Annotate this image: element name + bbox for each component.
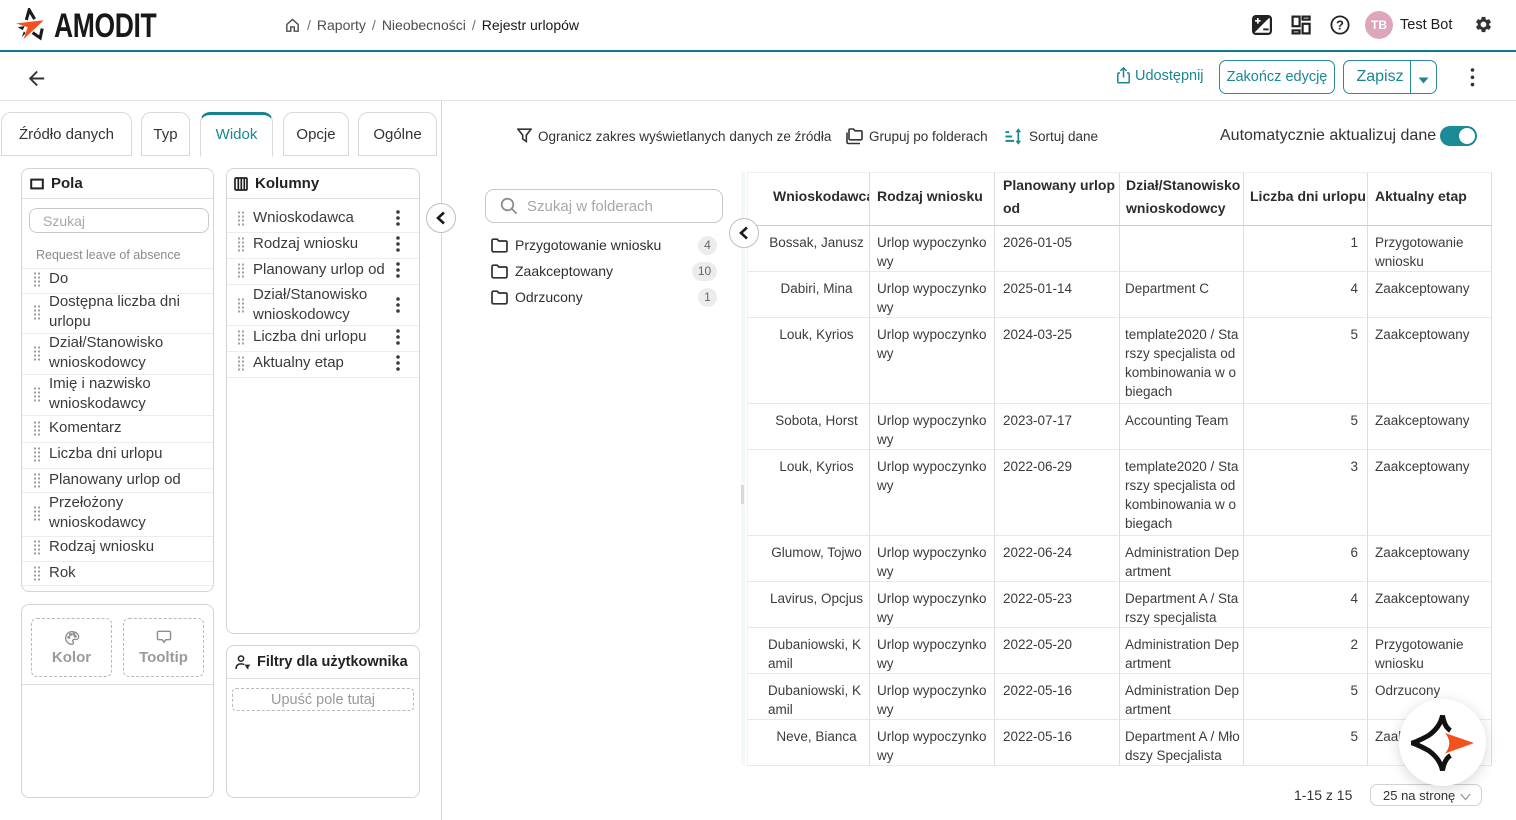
svg-text:?: ? [1336, 18, 1344, 33]
